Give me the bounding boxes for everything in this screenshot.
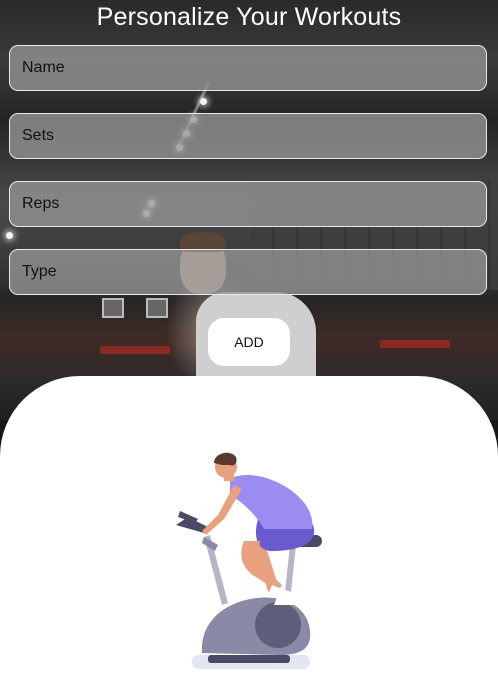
reps-field[interactable] [9,181,487,227]
reps-input[interactable] [10,182,486,226]
bike-base [208,655,290,663]
gym-bench [100,346,170,354]
sets-input[interactable] [10,114,486,158]
rider-shirt [230,475,313,529]
page-title: Personalize Your Workouts [96,3,402,31]
add-button[interactable]: ADD [208,318,290,366]
name-input[interactable] [10,46,486,90]
wall-frame [146,298,168,318]
bike-flywheel [255,602,301,648]
gym-bench [380,340,450,348]
rider-hair [214,452,237,466]
sets-field[interactable] [9,113,487,159]
ceiling-light [6,232,13,239]
type-input[interactable] [10,250,486,294]
wall-frame [102,298,124,318]
rider-arm [202,485,242,535]
exercise-bike-illustration-icon [176,452,322,669]
name-field[interactable] [9,45,487,91]
type-field[interactable] [9,249,487,295]
ceiling-light [200,98,207,105]
